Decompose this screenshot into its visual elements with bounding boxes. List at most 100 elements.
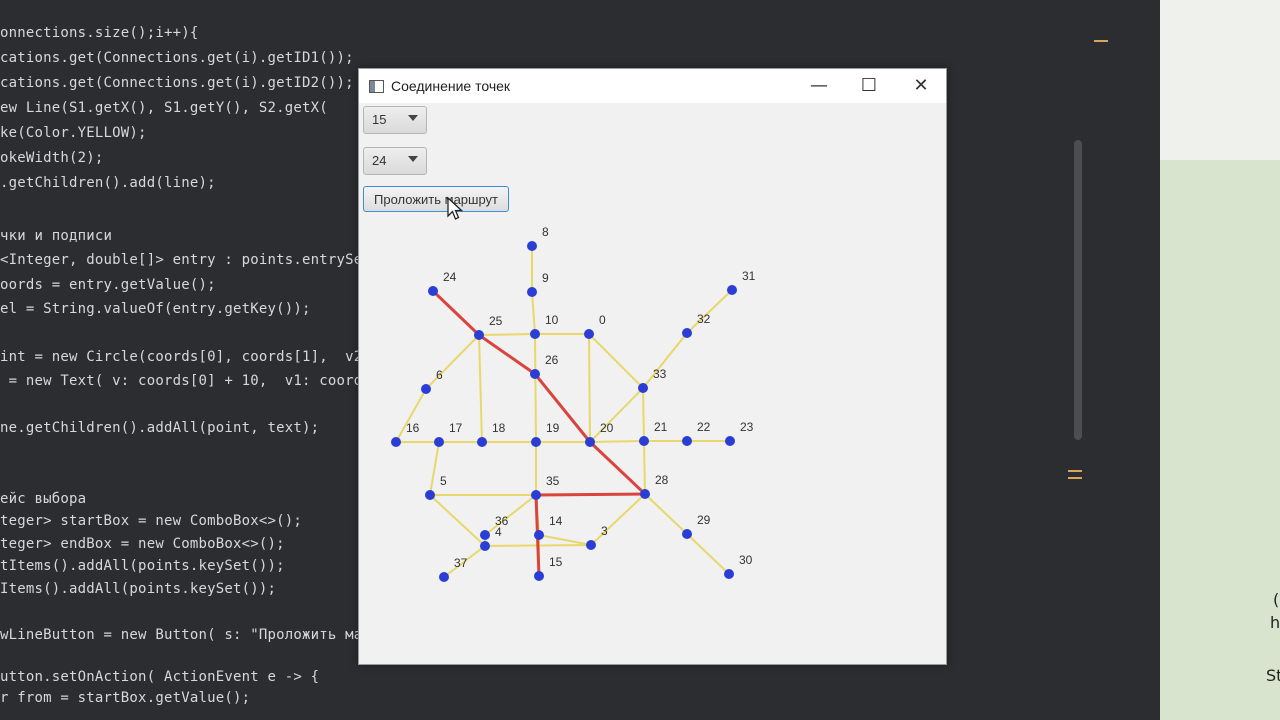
graph-edge [538, 534, 592, 546]
graph-node [585, 437, 595, 447]
node-label: 33 [653, 367, 667, 381]
graph-node [425, 490, 435, 500]
graph-node [682, 436, 692, 446]
graph-edge [643, 440, 646, 495]
code-line[interactable]: = new Text( v: coords[0] + 10, v1: coord… [0, 373, 388, 389]
node-label: 37 [454, 556, 468, 570]
node-label: 26 [545, 353, 559, 367]
code-line[interactable]: teger> endBox = new ComboBox<>(); [0, 536, 285, 552]
node-label: 10 [545, 313, 559, 327]
code-line[interactable]: r from = startBox.getValue(); [0, 690, 250, 706]
node-label: 0 [599, 313, 606, 327]
node-label: 3 [601, 524, 608, 538]
code-line[interactable]: чки и подписи [0, 228, 112, 244]
code-line[interactable]: utton.setOnAction( ActionEvent e -> { [0, 669, 319, 685]
code-line[interactable]: ne.getChildren().addAll(point, text); [0, 420, 319, 436]
change-marker [1068, 477, 1082, 479]
node-label: 17 [449, 421, 463, 435]
node-label: 6 [436, 368, 443, 382]
route-segment [588, 440, 647, 496]
graph-node [724, 569, 734, 579]
node-label: 5 [440, 474, 447, 488]
graph-edge [642, 387, 645, 442]
node-label: 9 [542, 271, 549, 285]
graph-node [391, 437, 401, 447]
node-label: 25 [489, 314, 503, 328]
code-line[interactable]: ew Line(S1.getX(), S1.getY(), S2.getX( [0, 100, 328, 116]
graph-node [682, 328, 692, 338]
change-marker [1094, 40, 1108, 42]
graph-edge [425, 334, 480, 390]
graph-node [530, 369, 540, 379]
graph-node [474, 330, 484, 340]
code-line[interactable]: int = new Circle(coords[0], coords[1], v… [0, 349, 371, 365]
graph-node [534, 571, 544, 581]
node-label: 19 [546, 421, 560, 435]
graph-edge [590, 493, 646, 546]
code-line[interactable]: tItems().addAll(points.keySet()); [0, 558, 285, 574]
graph-edge [534, 333, 537, 443]
code-line[interactable]: oords = entry.getValue(); [0, 277, 216, 293]
graph-node [439, 572, 449, 582]
graph-edge [589, 387, 644, 443]
code-line[interactable]: ейс выбора [0, 491, 86, 507]
graph-edge [429, 494, 486, 547]
node-label: 20 [600, 421, 614, 435]
code-line[interactable]: el = String.valueOf(entry.getKey()); [0, 301, 311, 317]
node-label: 32 [697, 312, 711, 326]
graph-node [480, 530, 490, 540]
code-line[interactable]: ke(Color.YELLOW); [0, 125, 147, 141]
code-line[interactable]: wLineButton = new Button( s: "Проложить … [0, 627, 414, 643]
messenger-header [1160, 0, 1280, 160]
node-label: 22 [697, 420, 711, 434]
messenger-text: St [1266, 666, 1280, 685]
node-label: 31 [742, 269, 756, 283]
graph-node [639, 436, 649, 446]
node-label: 24 [443, 270, 457, 284]
app-window: Соединение точек — ☐ ✕ 15 24 Проложить м… [358, 68, 947, 665]
graph-node [640, 489, 650, 499]
graph-edge [588, 333, 591, 443]
code-line[interactable]: <Integer, double[]> entry : points.entry… [0, 252, 371, 268]
code-line[interactable]: okeWidth(2); [0, 150, 104, 166]
route-segment [478, 333, 536, 376]
route-segment [431, 289, 481, 337]
graph-node [428, 286, 438, 296]
code-line[interactable]: onnections.size();i++){ [0, 25, 198, 41]
graph-node [477, 437, 487, 447]
node-label: 16 [406, 421, 420, 435]
messenger-text: h [1270, 613, 1280, 632]
graph-node [534, 530, 544, 540]
node-label: 4 [495, 525, 502, 539]
graph-edge [644, 493, 688, 535]
graph-edge [589, 440, 645, 443]
messenger-text: (c [1273, 590, 1280, 609]
graph-node [727, 285, 737, 295]
code-line[interactable]: teger> startBox = new ComboBox<>(); [0, 513, 302, 529]
node-label: 30 [739, 553, 753, 567]
node-label: 14 [549, 514, 563, 528]
node-label: 28 [655, 473, 669, 487]
node-label: 18 [492, 421, 506, 435]
graph-node [638, 383, 648, 393]
messenger-panel: (c h St [1160, 0, 1280, 720]
graph-node [527, 241, 537, 251]
graph-node [531, 490, 541, 500]
code-line[interactable]: Items().addAll(points.keySet()); [0, 581, 276, 597]
node-label: 29 [697, 513, 711, 527]
graph-node [725, 436, 735, 446]
node-label: 23 [740, 420, 754, 434]
graph-node [480, 541, 490, 551]
code-line[interactable]: cations.get(Connections.get(i).getID2())… [0, 75, 354, 91]
graph-edge [478, 333, 536, 336]
node-label: 15 [549, 555, 563, 569]
code-line[interactable]: cations.get(Connections.get(i).getID1())… [0, 50, 354, 66]
code-line[interactable]: .getChildren().add(line); [0, 175, 216, 191]
node-label: 21 [654, 420, 668, 434]
graph-node [584, 329, 594, 339]
editor-scrollbar[interactable] [1074, 140, 1082, 440]
graph-node [421, 384, 431, 394]
graph-canvas: 8 9 24 31 25 10 0 32 6 26 33 16 17 18 19 20 21 22 23 5 35 28 3… [391, 225, 756, 582]
graph-edge [429, 441, 440, 496]
graph-node [527, 287, 537, 297]
